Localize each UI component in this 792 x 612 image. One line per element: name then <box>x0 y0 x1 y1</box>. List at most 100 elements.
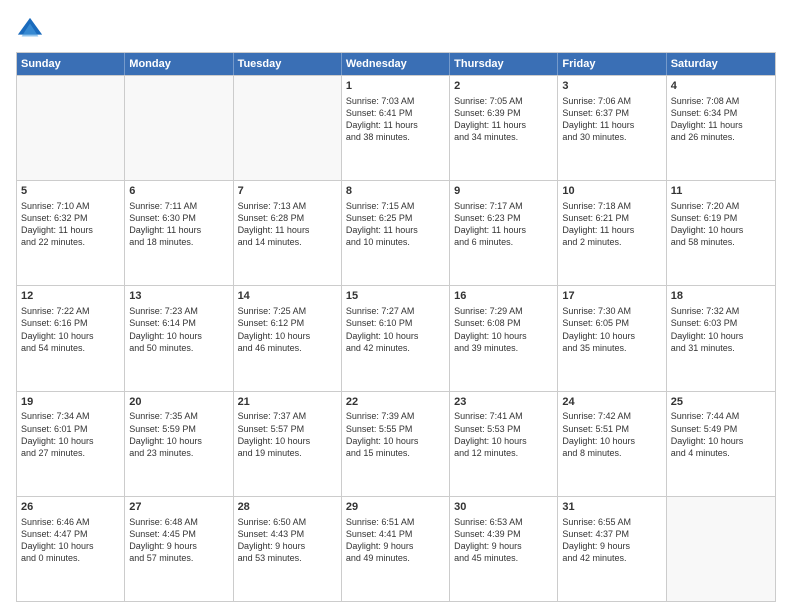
calendar-body: 1Sunrise: 7:03 AM Sunset: 6:41 PM Daylig… <box>17 75 775 601</box>
day-info: Sunrise: 7:22 AM Sunset: 6:16 PM Dayligh… <box>21 305 120 354</box>
day-cell-14: 14Sunrise: 7:25 AM Sunset: 6:12 PM Dayli… <box>234 286 342 390</box>
day-number: 15 <box>346 289 445 304</box>
day-info: Sunrise: 7:18 AM Sunset: 6:21 PM Dayligh… <box>562 200 661 249</box>
day-cell-11: 11Sunrise: 7:20 AM Sunset: 6:19 PM Dayli… <box>667 181 775 285</box>
calendar: SundayMondayTuesdayWednesdayThursdayFrid… <box>16 52 776 602</box>
day-number: 16 <box>454 289 553 304</box>
day-cell-15: 15Sunrise: 7:27 AM Sunset: 6:10 PM Dayli… <box>342 286 450 390</box>
day-cell-2: 2Sunrise: 7:05 AM Sunset: 6:39 PM Daylig… <box>450 76 558 180</box>
day-number: 6 <box>129 184 228 199</box>
day-info: Sunrise: 7:10 AM Sunset: 6:32 PM Dayligh… <box>21 200 120 249</box>
day-info: Sunrise: 7:17 AM Sunset: 6:23 PM Dayligh… <box>454 200 553 249</box>
day-info: Sunrise: 6:51 AM Sunset: 4:41 PM Dayligh… <box>346 516 445 565</box>
day-number: 31 <box>562 500 661 515</box>
day-info: Sunrise: 7:29 AM Sunset: 6:08 PM Dayligh… <box>454 305 553 354</box>
day-cell-9: 9Sunrise: 7:17 AM Sunset: 6:23 PM Daylig… <box>450 181 558 285</box>
day-number: 5 <box>21 184 120 199</box>
week-row-1: 5Sunrise: 7:10 AM Sunset: 6:32 PM Daylig… <box>17 180 775 285</box>
header <box>16 16 776 44</box>
day-info: Sunrise: 7:32 AM Sunset: 6:03 PM Dayligh… <box>671 305 771 354</box>
day-cell-empty <box>234 76 342 180</box>
week-row-2: 12Sunrise: 7:22 AM Sunset: 6:16 PM Dayli… <box>17 285 775 390</box>
day-cell-26: 26Sunrise: 6:46 AM Sunset: 4:47 PM Dayli… <box>17 497 125 601</box>
day-info: Sunrise: 7:08 AM Sunset: 6:34 PM Dayligh… <box>671 95 771 144</box>
day-info: Sunrise: 7:23 AM Sunset: 6:14 PM Dayligh… <box>129 305 228 354</box>
day-number: 26 <box>21 500 120 515</box>
day-cell-8: 8Sunrise: 7:15 AM Sunset: 6:25 PM Daylig… <box>342 181 450 285</box>
day-number: 8 <box>346 184 445 199</box>
day-cell-22: 22Sunrise: 7:39 AM Sunset: 5:55 PM Dayli… <box>342 392 450 496</box>
week-row-4: 26Sunrise: 6:46 AM Sunset: 4:47 PM Dayli… <box>17 496 775 601</box>
day-header-thursday: Thursday <box>450 53 558 75</box>
day-cell-5: 5Sunrise: 7:10 AM Sunset: 6:32 PM Daylig… <box>17 181 125 285</box>
day-info: Sunrise: 7:13 AM Sunset: 6:28 PM Dayligh… <box>238 200 337 249</box>
day-number: 1 <box>346 79 445 94</box>
day-cell-28: 28Sunrise: 6:50 AM Sunset: 4:43 PM Dayli… <box>234 497 342 601</box>
day-cell-20: 20Sunrise: 7:35 AM Sunset: 5:59 PM Dayli… <box>125 392 233 496</box>
day-info: Sunrise: 7:35 AM Sunset: 5:59 PM Dayligh… <box>129 410 228 459</box>
day-info: Sunrise: 7:37 AM Sunset: 5:57 PM Dayligh… <box>238 410 337 459</box>
day-info: Sunrise: 7:42 AM Sunset: 5:51 PM Dayligh… <box>562 410 661 459</box>
day-cell-30: 30Sunrise: 6:53 AM Sunset: 4:39 PM Dayli… <box>450 497 558 601</box>
day-number: 4 <box>671 79 771 94</box>
day-number: 28 <box>238 500 337 515</box>
day-number: 10 <box>562 184 661 199</box>
day-number: 12 <box>21 289 120 304</box>
day-cell-3: 3Sunrise: 7:06 AM Sunset: 6:37 PM Daylig… <box>558 76 666 180</box>
day-cell-18: 18Sunrise: 7:32 AM Sunset: 6:03 PM Dayli… <box>667 286 775 390</box>
day-cell-1: 1Sunrise: 7:03 AM Sunset: 6:41 PM Daylig… <box>342 76 450 180</box>
day-number: 13 <box>129 289 228 304</box>
day-number: 30 <box>454 500 553 515</box>
day-cell-7: 7Sunrise: 7:13 AM Sunset: 6:28 PM Daylig… <box>234 181 342 285</box>
day-cell-13: 13Sunrise: 7:23 AM Sunset: 6:14 PM Dayli… <box>125 286 233 390</box>
day-cell-10: 10Sunrise: 7:18 AM Sunset: 6:21 PM Dayli… <box>558 181 666 285</box>
day-info: Sunrise: 6:55 AM Sunset: 4:37 PM Dayligh… <box>562 516 661 565</box>
day-info: Sunrise: 7:06 AM Sunset: 6:37 PM Dayligh… <box>562 95 661 144</box>
day-cell-12: 12Sunrise: 7:22 AM Sunset: 6:16 PM Dayli… <box>17 286 125 390</box>
day-info: Sunrise: 7:20 AM Sunset: 6:19 PM Dayligh… <box>671 200 771 249</box>
day-header-sunday: Sunday <box>17 53 125 75</box>
day-info: Sunrise: 7:15 AM Sunset: 6:25 PM Dayligh… <box>346 200 445 249</box>
day-number: 18 <box>671 289 771 304</box>
day-number: 2 <box>454 79 553 94</box>
day-info: Sunrise: 7:30 AM Sunset: 6:05 PM Dayligh… <box>562 305 661 354</box>
page: SundayMondayTuesdayWednesdayThursdayFrid… <box>0 0 792 612</box>
day-info: Sunrise: 7:11 AM Sunset: 6:30 PM Dayligh… <box>129 200 228 249</box>
day-number: 25 <box>671 395 771 410</box>
day-cell-6: 6Sunrise: 7:11 AM Sunset: 6:30 PM Daylig… <box>125 181 233 285</box>
logo-icon <box>16 16 44 44</box>
day-info: Sunrise: 6:46 AM Sunset: 4:47 PM Dayligh… <box>21 516 120 565</box>
day-cell-empty <box>667 497 775 601</box>
day-cell-empty <box>125 76 233 180</box>
day-info: Sunrise: 6:48 AM Sunset: 4:45 PM Dayligh… <box>129 516 228 565</box>
day-info: Sunrise: 7:27 AM Sunset: 6:10 PM Dayligh… <box>346 305 445 354</box>
day-cell-21: 21Sunrise: 7:37 AM Sunset: 5:57 PM Dayli… <box>234 392 342 496</box>
day-cell-23: 23Sunrise: 7:41 AM Sunset: 5:53 PM Dayli… <box>450 392 558 496</box>
day-cell-empty <box>17 76 125 180</box>
day-number: 27 <box>129 500 228 515</box>
day-cell-31: 31Sunrise: 6:55 AM Sunset: 4:37 PM Dayli… <box>558 497 666 601</box>
day-cell-29: 29Sunrise: 6:51 AM Sunset: 4:41 PM Dayli… <box>342 497 450 601</box>
day-number: 24 <box>562 395 661 410</box>
day-number: 17 <box>562 289 661 304</box>
day-info: Sunrise: 7:05 AM Sunset: 6:39 PM Dayligh… <box>454 95 553 144</box>
day-info: Sunrise: 7:34 AM Sunset: 6:01 PM Dayligh… <box>21 410 120 459</box>
day-header-friday: Friday <box>558 53 666 75</box>
day-info: Sunrise: 7:39 AM Sunset: 5:55 PM Dayligh… <box>346 410 445 459</box>
day-number: 7 <box>238 184 337 199</box>
day-info: Sunrise: 7:03 AM Sunset: 6:41 PM Dayligh… <box>346 95 445 144</box>
day-number: 20 <box>129 395 228 410</box>
day-number: 21 <box>238 395 337 410</box>
day-cell-4: 4Sunrise: 7:08 AM Sunset: 6:34 PM Daylig… <box>667 76 775 180</box>
day-cell-17: 17Sunrise: 7:30 AM Sunset: 6:05 PM Dayli… <box>558 286 666 390</box>
day-header-saturday: Saturday <box>667 53 775 75</box>
day-number: 11 <box>671 184 771 199</box>
day-cell-25: 25Sunrise: 7:44 AM Sunset: 5:49 PM Dayli… <box>667 392 775 496</box>
day-headers: SundayMondayTuesdayWednesdayThursdayFrid… <box>17 53 775 75</box>
day-number: 14 <box>238 289 337 304</box>
day-header-tuesday: Tuesday <box>234 53 342 75</box>
day-cell-27: 27Sunrise: 6:48 AM Sunset: 4:45 PM Dayli… <box>125 497 233 601</box>
week-row-0: 1Sunrise: 7:03 AM Sunset: 6:41 PM Daylig… <box>17 75 775 180</box>
day-info: Sunrise: 6:53 AM Sunset: 4:39 PM Dayligh… <box>454 516 553 565</box>
day-info: Sunrise: 7:25 AM Sunset: 6:12 PM Dayligh… <box>238 305 337 354</box>
